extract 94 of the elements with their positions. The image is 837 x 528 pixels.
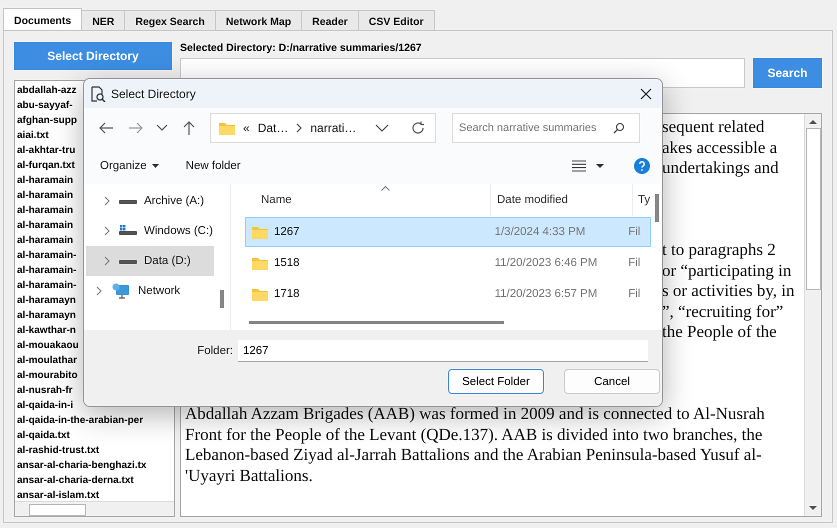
file-item[interactable]: aiai.txt [17,130,49,141]
search-icon [613,122,625,134]
search-field[interactable]: Search narrative summaries [452,113,640,143]
paragraph: Abdallah Azzam Brigades (AAB) was formed in 2009 and is connected to Al-Nusrah Front for the People of the Levant (QDe.137). AAB is divided into two branches, the Lebanon-based Ziyad al-Jarrah Battalions and the Arabian Peninsula-based Yusuf al-'Uyayri Battalions. [185,404,766,486]
tab[interactable]: NER [81,10,126,30]
file-item[interactable]: ansar-al-charia-benghazi.tx [17,460,146,471]
folder-icon [252,256,268,270]
file-item[interactable]: al-haramain- [17,250,76,261]
file-item[interactable]: al-haramayn [17,295,76,306]
file-item[interactable]: al-furqan.txt [17,160,75,171]
tab[interactable]: Network Map [214,10,302,30]
file-item[interactable]: al-haramain [17,220,74,231]
folder-field[interactable]: 1267 [238,340,648,362]
file-item[interactable]: al-haramayn [17,310,76,321]
scrollbar[interactable] [15,501,174,516]
file-item[interactable]: ansar-al-islam.txt [17,490,100,501]
tab[interactable]: Regex Search [124,10,216,30]
text-line: the People of the [662,322,777,341]
address-bar[interactable]: « Dat… narrati… [210,113,436,143]
scrollbar[interactable] [220,290,224,308]
tab[interactable]: CSV Editor [358,10,435,30]
chevron-down-icon[interactable] [375,124,389,132]
column-header[interactable]: Ty [638,194,650,206]
refresh-icon[interactable] [411,121,425,135]
cancel-button[interactable]: Cancel [564,369,660,394]
scrollbar[interactable] [655,194,659,222]
folder-row[interactable]: 1718 11/20/2023 6:57 PM Fil [245,279,651,309]
file-item[interactable]: al-qaida.txt [17,430,70,441]
file-item[interactable]: abdallah-azz [17,85,76,96]
folder-icon [219,122,235,134]
text-line: t to paragraphs 2 [662,240,776,259]
file-item[interactable]: al-haramain [17,235,74,246]
up-arrow-icon[interactable] [182,120,196,136]
scrollbar[interactable] [249,321,504,324]
selected-directory-label: Selected Directory: D:/narrative summaries/1267 [180,42,423,56]
chevron-right-icon[interactable] [296,123,302,133]
chevron-right-icon[interactable] [96,286,102,296]
tree-item[interactable]: Network [86,276,214,306]
breadcrumb[interactable]: Dat… [258,121,288,135]
drive-icon [119,225,137,237]
folder-row[interactable]: 1518 11/20/2023 6:46 PM Fil [245,248,651,278]
file-item[interactable]: abu-sayyaf- [17,100,73,111]
document-search-icon [90,86,106,102]
column-header[interactable]: Name [261,194,292,206]
caret-icon [152,164,159,168]
text-line: ”, “recruiting for” [662,302,784,320]
tree-item[interactable]: Windows (C:) [86,216,214,246]
file-item[interactable]: afghan-supp [17,115,77,126]
file-item[interactable]: al-haramain [17,190,74,201]
file-item[interactable]: al-mourabito [17,370,78,381]
select-folder-button[interactable]: Select Folder [448,369,544,394]
file-item[interactable]: ansar-al-charia-derna.txt [17,475,134,486]
chevron-right-icon[interactable] [104,226,110,236]
text-line: or “participating in [662,260,792,280]
chevron-down-icon[interactable] [156,124,168,132]
breadcrumb[interactable]: narrati… [310,121,356,135]
file-item[interactable]: al-qaida-in-the-arabian-per [17,415,144,426]
folder-label: Folder: [197,345,233,357]
folder-row[interactable]: 1267 1/3/2024 4:33 PM Fil [245,217,651,247]
folder-icon [252,288,268,300]
close-icon[interactable] [640,88,652,100]
file-item[interactable]: al-akhtar-tru [17,145,76,156]
list-view-icon[interactable] [572,160,586,172]
text-line: akes accessible a [662,138,778,156]
back-arrow-icon[interactable] [98,121,114,135]
file-item[interactable]: al-mouakaou [17,340,79,351]
file-item[interactable]: al-haramain [17,175,74,186]
new-folder-button[interactable]: New folder [186,160,241,172]
organize-menu[interactable]: Organize [100,160,159,172]
folder-icon [252,226,268,238]
file-item[interactable]: al-kawthar-n [17,325,76,336]
scrollbar[interactable] [804,114,821,516]
text-line: sequent related [662,117,764,136]
tree-item[interactable]: Data (D:) [86,246,214,276]
network-icon [112,283,130,299]
caret-icon[interactable] [596,164,604,168]
file-item[interactable]: al-moulathar [17,355,78,366]
tree-item[interactable]: Archive (A:) [86,186,214,216]
forward-arrow-icon[interactable] [128,121,144,135]
file-item[interactable]: al-haramain [17,205,74,216]
overflow-marker[interactable]: « [243,121,250,135]
column-header[interactable]: Date modified [497,194,568,206]
sort-caret-icon [381,186,390,191]
chevron-right-icon[interactable] [104,196,110,206]
file-item[interactable]: al-nusrah-fr [17,385,73,396]
dialog-title: Select Directory [111,86,196,100]
file-item[interactable]: al-rashid-trust.txt [17,445,100,456]
file-item[interactable]: al-qaida-in-i [17,400,74,411]
tab[interactable]: Reader [301,10,359,30]
file-item[interactable]: al-haramain- [17,265,76,276]
help-icon[interactable] [634,158,650,174]
tab[interactable]: Documents [3,8,82,30]
text-line: undertakings and [662,158,779,177]
file-item[interactable]: al-haramain- [17,280,76,291]
